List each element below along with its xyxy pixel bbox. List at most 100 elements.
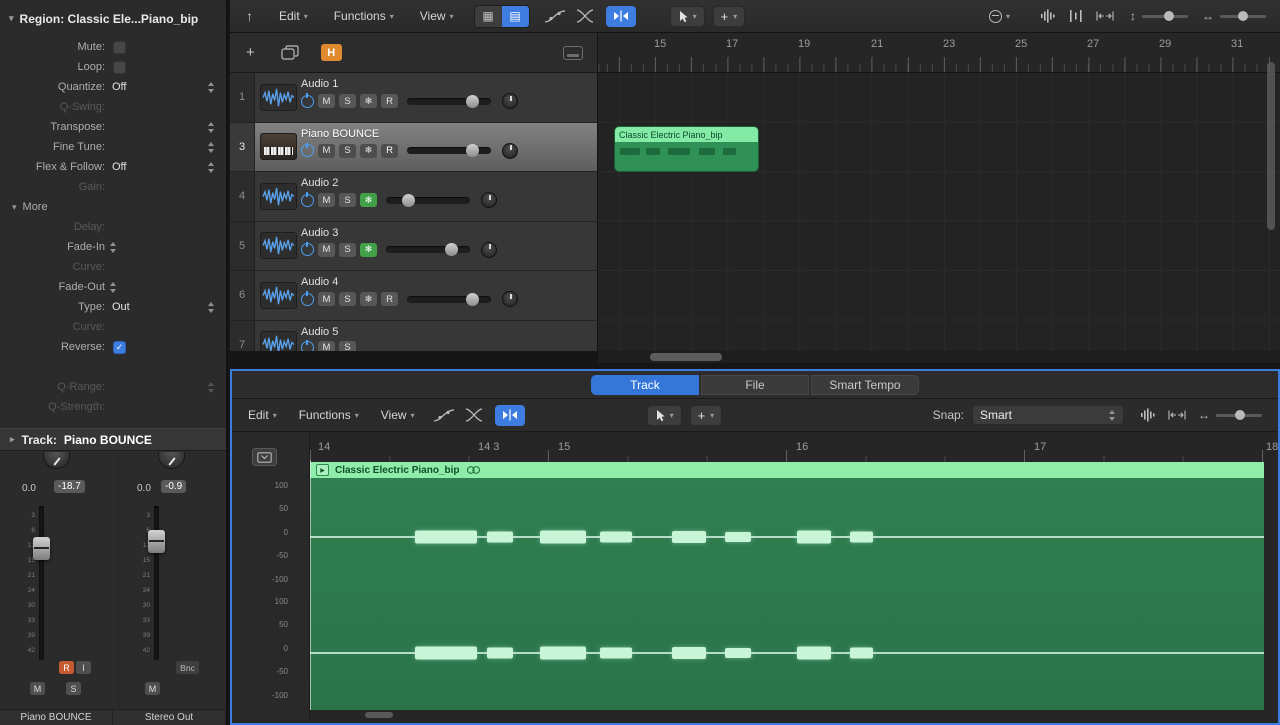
quantize-value[interactable]: Off [112, 81, 126, 93]
duplicate-track-button[interactable] [281, 45, 299, 60]
track-on-button[interactable] [301, 194, 314, 207]
drag-mode-dropdown[interactable]: ▾ [989, 10, 1010, 23]
editor-pointer-tool-menu[interactable]: ▾ [647, 405, 682, 426]
slider-handle[interactable] [466, 293, 479, 306]
slider-handle[interactable] [1238, 11, 1248, 21]
solo-button[interactable]: S [339, 243, 356, 257]
pointer-tool-menu[interactable]: ▾ [670, 6, 705, 27]
track-row-audio-1[interactable]: 1 Audio 1 M S ❄ R [230, 73, 597, 123]
fader-handle[interactable] [148, 530, 165, 553]
tab-smart-tempo[interactable]: Smart Tempo [811, 375, 919, 395]
volume-slider[interactable] [407, 147, 491, 154]
editor-functions-menu[interactable]: Functions ▾ [299, 408, 359, 422]
loop-checkbox[interactable] [113, 61, 126, 74]
freeze-button[interactable]: ❄ [360, 94, 377, 108]
slider-handle[interactable] [1235, 410, 1245, 420]
zoom-to-fit-button[interactable] [1096, 11, 1114, 21]
hide-tracks-button[interactable]: H [321, 44, 342, 61]
horizontal-zoom-slider[interactable] [1220, 15, 1266, 18]
pan-knob[interactable] [502, 143, 518, 159]
command-tool-menu[interactable]: + ▾ [713, 6, 746, 27]
editor-crossfade-button[interactable] [465, 408, 483, 422]
mute-button-strip[interactable]: M [30, 682, 45, 695]
freeze-button[interactable]: ❄ [360, 243, 377, 257]
region-inspector-header[interactable]: ▾ Region: Classic Ele...Piano_bip [0, 0, 226, 37]
solo-button-strip[interactable]: S [66, 682, 81, 695]
freeze-button[interactable]: ❄ [360, 193, 377, 207]
solo-button[interactable]: S [339, 94, 356, 108]
pan-value-output[interactable]: 0.0 [137, 483, 151, 494]
record-enable-button[interactable]: R [381, 94, 398, 108]
region-play-button[interactable]: ▶ [316, 464, 329, 476]
fade-out-stepper[interactable] [109, 282, 117, 293]
editor-horizontal-scrollbar[interactable] [365, 712, 393, 718]
waveform-zoom-button[interactable] [1040, 9, 1056, 23]
pan-value-track[interactable]: 0.0 [22, 483, 36, 494]
vertical-zoom-slider[interactable] [1142, 15, 1188, 18]
slider-handle[interactable] [1164, 11, 1174, 21]
mute-button[interactable]: M [318, 144, 335, 158]
waveform-display[interactable] [310, 478, 1264, 710]
view-menu[interactable]: View ▾ [420, 9, 454, 23]
bounce-output-button[interactable]: Bnc [176, 661, 199, 674]
volume-slider[interactable] [386, 197, 470, 204]
tab-track[interactable]: Track [591, 375, 699, 395]
fine-tune-stepper[interactable] [207, 142, 215, 153]
mute-button-output[interactable]: M [145, 682, 160, 695]
flex-button[interactable] [606, 6, 636, 27]
functions-menu[interactable]: Functions ▾ [334, 9, 394, 23]
arrange-horizontal-scrollbar[interactable] [598, 351, 1280, 363]
region-header[interactable]: Classic Electric Piano_bip [615, 127, 758, 142]
snap-select[interactable]: Smart [972, 405, 1124, 425]
track-on-button[interactable] [301, 144, 314, 157]
vertical-auto-zoom-button[interactable] [1068, 9, 1084, 23]
pan-knob[interactable] [481, 192, 497, 208]
track-row-audio-5[interactable]: 7 Audio 5 M S [230, 321, 597, 352]
q-range-stepper[interactable] [207, 382, 215, 393]
freeze-button[interactable]: ❄ [360, 292, 377, 306]
record-button[interactable]: R [59, 661, 74, 674]
editor-edit-menu[interactable]: Edit ▾ [248, 408, 277, 422]
arrange-bar-ruler[interactable]: 151719212325272931 [598, 33, 1280, 73]
editor-flex-button[interactable] [495, 405, 525, 426]
editor-zoom-to-fit-button[interactable] [1168, 410, 1186, 420]
track-row-audio-2[interactable]: 4 Audio 2 M S ❄ [230, 172, 597, 222]
freeze-button[interactable]: ❄ [360, 144, 377, 158]
pan-knob-track[interactable] [43, 452, 70, 469]
mute-button[interactable]: M [318, 292, 335, 306]
slider-handle[interactable] [402, 194, 415, 207]
track-on-button[interactable] [301, 341, 314, 351]
mute-button[interactable]: M [318, 193, 335, 207]
solo-button[interactable]: S [339, 193, 356, 207]
track-inspector-header[interactable]: ▸ Track: Piano BOUNCE [0, 428, 226, 451]
pan-knob[interactable] [481, 242, 497, 258]
tab-file[interactable]: File [701, 375, 809, 395]
volume-value-output[interactable]: -0.9 [161, 480, 186, 493]
editor-region-header[interactable]: ▶ Classic Electric Piano_bip [310, 462, 1264, 478]
quantize-stepper[interactable] [207, 82, 215, 93]
type-value[interactable]: Out [112, 301, 130, 313]
editor-command-tool-menu[interactable]: + ▾ [690, 405, 723, 426]
slider-handle[interactable] [445, 243, 458, 256]
input-monitor-button[interactable]: I [76, 661, 91, 674]
track-on-button[interactable] [301, 293, 314, 306]
mute-checkbox[interactable] [113, 41, 126, 54]
track-on-button[interactable] [301, 243, 314, 256]
automation-button[interactable] [544, 9, 566, 24]
transpose-stepper[interactable] [207, 122, 215, 133]
volume-fader-output[interactable]: 361215212430333942 [137, 504, 189, 664]
editor-automation-button[interactable] [433, 408, 455, 423]
fade-in-stepper[interactable] [109, 242, 117, 253]
volume-slider[interactable] [386, 246, 470, 253]
hide-window-button[interactable]: ↑ [246, 8, 253, 24]
track-row-audio-4[interactable]: 6 Audio 4 M S ❄ R [230, 271, 597, 321]
track-row-audio-3[interactable]: 5 Audio 3 M S ❄ [230, 222, 597, 272]
region-classic-electric-piano[interactable]: Classic Electric Piano_bip [615, 127, 758, 171]
pan-knob[interactable] [502, 93, 518, 109]
list-view-button[interactable]: ▤ [502, 6, 529, 27]
track-header-config-button[interactable] [563, 46, 583, 60]
flex-follow-stepper[interactable] [207, 162, 215, 173]
editor-zoom-slider[interactable] [1216, 414, 1262, 417]
pan-knob-output[interactable] [158, 452, 185, 469]
solo-button[interactable]: S [339, 341, 356, 352]
